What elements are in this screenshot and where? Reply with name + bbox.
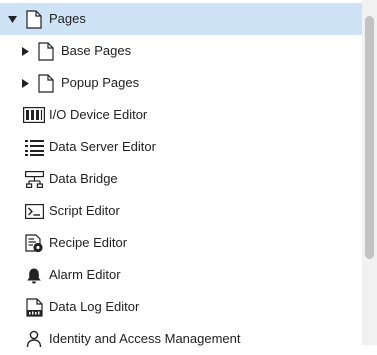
- tree-item-io-device-editor[interactable]: I/O Device Editor: [0, 99, 362, 131]
- tree-item-data-server-editor[interactable]: Data Server Editor: [0, 131, 362, 163]
- tree-item-label: Alarm Editor: [49, 267, 121, 282]
- scrollbar-thumb[interactable]: [365, 16, 374, 259]
- tree-item-label: Base Pages: [61, 43, 132, 58]
- tree-item-script-editor[interactable]: Script Editor: [0, 195, 362, 227]
- tree-item-label: Recipe Editor: [49, 235, 128, 250]
- data-server-icon: [24, 137, 44, 157]
- expand-down-icon[interactable]: [7, 14, 17, 24]
- bell-icon: [24, 265, 44, 285]
- script-icon: [24, 201, 44, 221]
- data-log-icon: [24, 297, 44, 317]
- user-icon: [24, 329, 44, 349]
- tree-item-label: Popup Pages: [61, 75, 140, 90]
- tree-item-label: I/O Device Editor: [49, 107, 148, 122]
- tree-item-data-log-editor[interactable]: Data Log Editor: [0, 291, 362, 323]
- data-bridge-icon: [24, 169, 44, 189]
- tree-item-identity-access-management[interactable]: Identity and Access Management: [0, 323, 362, 355]
- tree-item-label: Pages: [49, 11, 86, 26]
- tree-item-label: Data Server Editor: [49, 139, 156, 154]
- recipe-icon: [24, 233, 44, 253]
- tree-item-label: Data Log Editor: [49, 299, 140, 314]
- expand-right-icon[interactable]: [20, 78, 30, 88]
- io-device-icon: [23, 105, 45, 125]
- expand-right-icon[interactable]: [20, 46, 30, 56]
- project-tree: Pages Base Pages Popup Pages I/O Device …: [0, 3, 362, 355]
- page-icon: [37, 41, 55, 61]
- tree-item-data-bridge[interactable]: Data Bridge: [0, 163, 362, 195]
- tree-item-pages[interactable]: Pages: [0, 3, 362, 35]
- page-icon: [25, 9, 43, 29]
- tree-item-label: Script Editor: [49, 203, 120, 218]
- tree-item-alarm-editor[interactable]: Alarm Editor: [0, 259, 362, 291]
- tree-item-label: Data Bridge: [49, 171, 118, 186]
- tree-item-base-pages[interactable]: Base Pages: [0, 35, 362, 67]
- tree-item-recipe-editor[interactable]: Recipe Editor: [0, 227, 362, 259]
- vertical-scrollbar[interactable]: [362, 0, 377, 345]
- page-icon: [37, 73, 55, 93]
- tree-item-popup-pages[interactable]: Popup Pages: [0, 67, 362, 99]
